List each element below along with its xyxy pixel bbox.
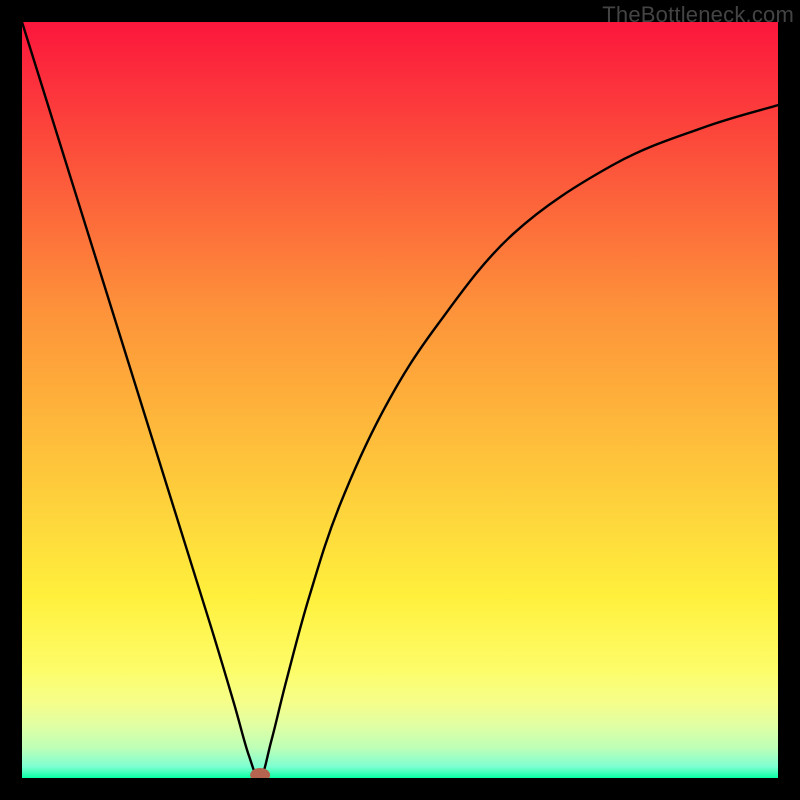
- gradient-background: [22, 22, 778, 778]
- attribution-text: TheBottleneck.com: [602, 2, 794, 28]
- chart-svg: [22, 22, 778, 778]
- plot-area: [22, 22, 778, 778]
- chart-frame: TheBottleneck.com: [0, 0, 800, 800]
